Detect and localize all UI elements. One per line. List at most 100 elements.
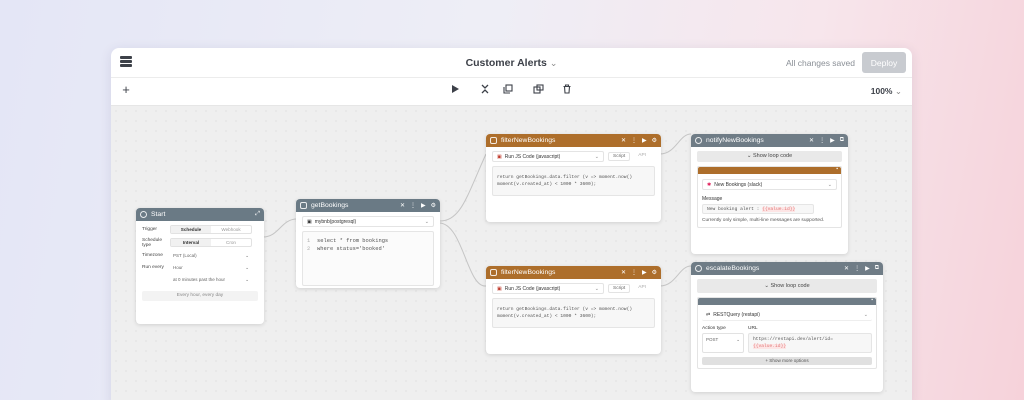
schedule-cron-option[interactable]: Cron — [211, 239, 251, 246]
code-line: moment(v.created_at) < 1000 * 3600); — [497, 314, 597, 319]
zoom-value: 100% — [870, 86, 893, 96]
run-every-offset-select[interactable]: at 0 minutes past the hour ⌄ — [170, 276, 252, 284]
duplicate-icon[interactable] — [501, 84, 515, 98]
schedule-interval-option[interactable]: Interval — [171, 239, 211, 246]
chevron-down-icon: ⌄ — [424, 218, 429, 225]
schedule-type-label: Schedule type — [142, 237, 163, 248]
settings-icon[interactable]: ⋮ — [819, 137, 825, 144]
run-icon[interactable]: ▶ — [830, 137, 835, 144]
schedule-summary: Every hour, every day — [142, 291, 258, 301]
js-editor[interactable]: return getBookings.data.filter (v => mom… — [492, 166, 655, 196]
slack-icon: ✱ — [707, 181, 712, 188]
show-loop-code-label: Show loop code — [770, 283, 810, 289]
zoom-control[interactable]: 100% ⌄ — [871, 86, 902, 97]
runtime-select[interactable]: ▣ Run JS Code (javascript) ⌄ — [492, 283, 604, 294]
timezone-value: PST (Local) — [173, 253, 197, 258]
js-icon: ▣ — [497, 285, 502, 292]
js-editor[interactable]: return getBookings.data.filter (v => mom… — [492, 298, 655, 328]
settings-icon[interactable]: ⋮ — [854, 265, 860, 272]
show-loop-code-button[interactable]: ⌄ Show loop code — [697, 279, 877, 293]
escalate-node-title: escalateBookings — [706, 265, 760, 272]
database-icon — [300, 202, 307, 209]
trash-icon[interactable]: ▪ — [871, 297, 873, 303]
add-node-icon[interactable]: + — [119, 83, 133, 97]
line-number: 2 — [307, 246, 311, 252]
settings-icon[interactable]: ⋮ — [631, 137, 637, 144]
copy-icon[interactable]: ⧉ — [840, 137, 844, 144]
action-type-select[interactable]: POST ⌄ — [702, 333, 744, 353]
copy-icon[interactable] — [531, 84, 545, 98]
chevron-down-icon: ⌄ — [827, 181, 832, 188]
show-more-options-button[interactable]: + Show more options — [702, 357, 872, 365]
loop-icon — [695, 265, 702, 272]
message-note: Currently only simple, multi-line messag… — [702, 218, 825, 223]
url-input[interactable]: https://restapi.dev/alert/id= {{value.id}… — [748, 333, 872, 353]
api-select[interactable]: ⇄ RESTQuery (restapi) ⌄ — [702, 310, 872, 321]
filter-node-1[interactable]: filterNewBookings ✕ ⋮ ▶ ⚙ ▣ Run JS Code (ja… — [486, 134, 661, 222]
close-icon[interactable]: ✕ — [809, 137, 814, 144]
copy-icon[interactable]: ⧉ — [875, 265, 879, 272]
timezone-label: Timezone — [142, 253, 163, 258]
settings-icon[interactable]: ⋮ — [631, 269, 637, 276]
trash-icon[interactable]: ▪ — [836, 166, 838, 172]
slack-subnode-header: ▪ — [698, 166, 841, 174]
app-logo-icon[interactable] — [120, 56, 132, 69]
sql-editor[interactable]: 1 select * from bookings 2 where status='b… — [302, 231, 434, 286]
title-bar: Customer Alerts ⌄ All changes saved Deplo… — [111, 48, 912, 78]
show-loop-code-button[interactable]: ⌄ Show loop code — [697, 151, 842, 162]
close-icon[interactable]: ✕ — [621, 269, 626, 276]
chevron-down-icon: ⌄ — [594, 285, 599, 292]
trigger-schedule-option[interactable]: Schedule — [171, 226, 211, 233]
tab-api[interactable]: API — [634, 284, 650, 293]
gear-icon[interactable]: ⚙ — [431, 202, 436, 209]
close-icon[interactable]: ✕ — [621, 137, 626, 144]
url-text: https://restapi.dev/alert/id= — [753, 337, 833, 342]
deploy-button[interactable]: Deploy — [862, 52, 906, 73]
postgres-icon: ▣ — [307, 218, 312, 225]
message-text: New booking alert : — [707, 207, 760, 212]
notify-node[interactable]: notifyNewBookings ✕ ⋮ ▶ ⧉ ⌄ Show loop code … — [691, 134, 848, 254]
run-icon[interactable]: ▶ — [865, 265, 870, 272]
timezone-select[interactable]: PST (Local) ⌄ — [170, 252, 252, 260]
escalate-node[interactable]: escalateBookings ✕ ⋮ ▶ ⧉ ⌄ Show loop code ▪… — [691, 262, 883, 392]
filter-node-2-header: filterNewBookings ✕ ⋮ ▶ ⚙ — [486, 266, 661, 279]
schedule-type-toggle[interactable]: Interval Cron — [170, 238, 252, 247]
close-icon[interactable]: ✕ — [844, 265, 849, 272]
filter-node-2[interactable]: filterNewBookings ✕ ⋮ ▶ ⚙ ▣ Run JS Code (ja… — [486, 266, 661, 354]
channel-value: New Bookings (slack) — [714, 181, 763, 188]
settings-icon[interactable]: ⋮ — [410, 202, 416, 209]
slack-subnode[interactable]: ▪ ✱ New Bookings (slack) ⌄ Message New b… — [697, 166, 842, 228]
run-icon[interactable]: ▶ — [421, 202, 426, 209]
collapse-icon[interactable] — [478, 84, 492, 98]
js-icon — [490, 269, 497, 276]
app-window: Customer Alerts ⌄ All changes saved Deplo… — [111, 48, 912, 400]
filter-node-1-title: filterNewBookings — [501, 137, 556, 144]
close-icon[interactable]: ✕ — [400, 202, 405, 209]
start-node[interactable]: Start ⤢ Trigger Schedule Webhook Schedul… — [136, 208, 264, 324]
run-icon[interactable]: ▶ — [642, 269, 647, 276]
getbookings-node[interactable]: getBookings ✕ ⋮ ▶ ⚙ ▣ mybnb(postgresql) ⌄ 1… — [296, 199, 440, 288]
trigger-webhook-option[interactable]: Webhook — [211, 226, 251, 233]
rest-subnode[interactable]: ▪ ⇄ RESTQuery (restapi) ⌄ Action type URL… — [697, 297, 877, 369]
play-icon[interactable] — [448, 84, 462, 98]
channel-select[interactable]: ✱ New Bookings (slack) ⌄ — [702, 179, 837, 190]
resource-select[interactable]: ▣ mybnb(postgresql) ⌄ — [302, 216, 434, 227]
run-every-select[interactable]: Hour ⌄ — [170, 264, 252, 272]
gear-icon[interactable]: ⚙ — [652, 269, 657, 276]
chevron-down-icon: ⌄ — [245, 264, 249, 270]
runtime-select[interactable]: ▣ Run JS Code (javascript) ⌄ — [492, 151, 604, 162]
chevron-down-icon[interactable]: ⌄ — [550, 58, 558, 68]
show-loop-code-label: Show loop code — [753, 153, 793, 159]
trash-icon[interactable] — [560, 84, 574, 98]
expand-icon[interactable]: ⤢ — [255, 211, 260, 218]
tab-api[interactable]: API — [634, 152, 650, 161]
message-input[interactable]: New booking alert : {{value.id}} — [702, 204, 814, 214]
gear-icon[interactable]: ⚙ — [652, 137, 657, 144]
tab-script[interactable]: Script — [608, 152, 631, 161]
trigger-toggle[interactable]: Schedule Webhook — [170, 225, 252, 234]
run-icon[interactable]: ▶ — [642, 137, 647, 144]
tab-script[interactable]: Script — [608, 284, 631, 293]
chevron-down-icon: ⌄ — [736, 337, 740, 342]
workflow-canvas[interactable]: Start ⤢ Trigger Schedule Webhook Schedul… — [111, 106, 912, 400]
run-every-label: Run every — [142, 265, 164, 270]
